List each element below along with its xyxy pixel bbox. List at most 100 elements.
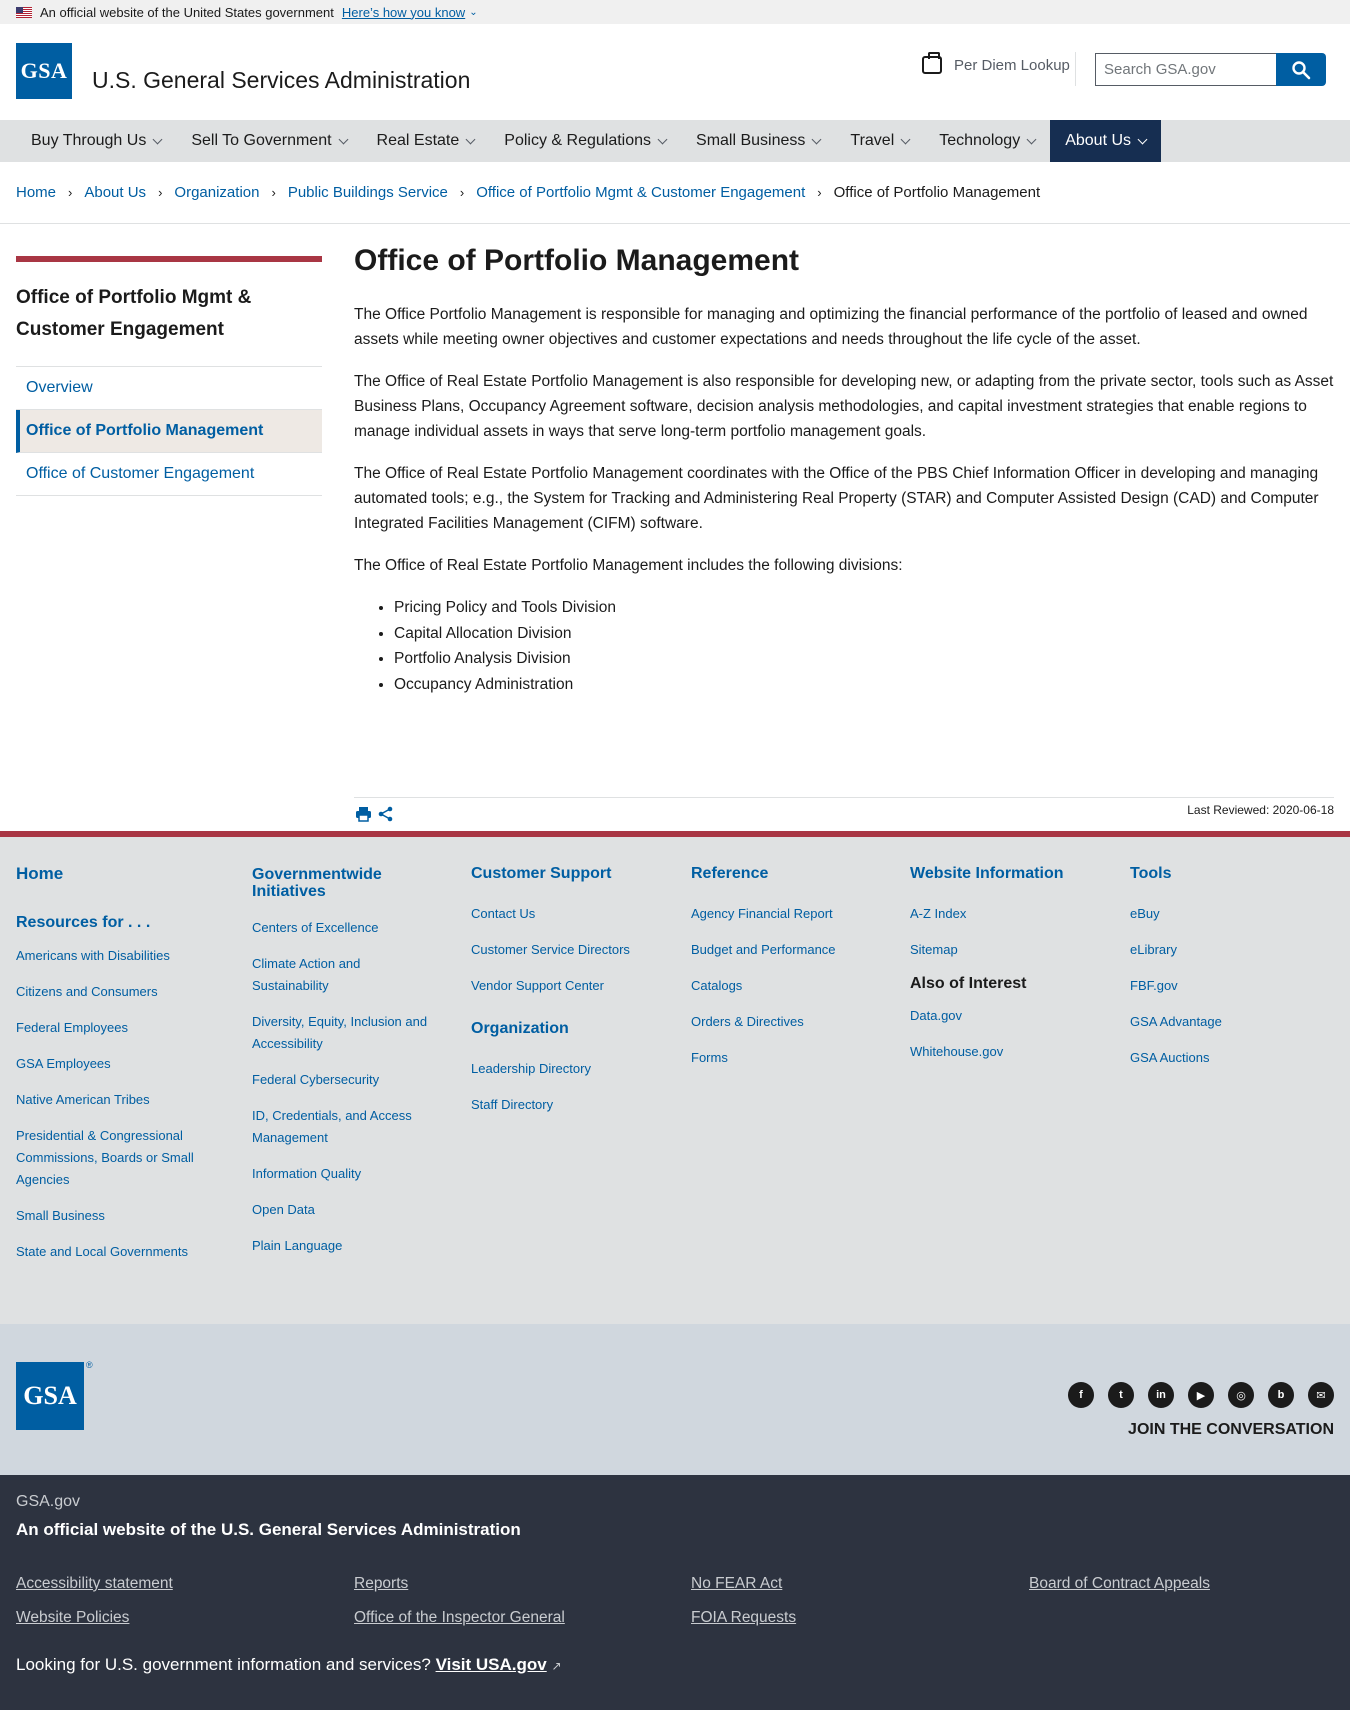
heres-how-you-know-link[interactable]: Here’s how you know — [342, 5, 465, 20]
footer-organization-head[interactable]: Organization — [471, 1021, 671, 1037]
footer-link[interactable]: State and Local Governments — [16, 1241, 216, 1263]
footer-link[interactable]: Agency Financial Report — [691, 903, 891, 925]
foia-requests-link[interactable]: FOIA Requests — [691, 1609, 796, 1627]
instagram-icon[interactable]: ◎ — [1228, 1382, 1254, 1408]
footer-link[interactable]: Leadership Directory — [471, 1058, 671, 1080]
footer-link[interactable]: Diversity, Equity, Inclusion and Accessi… — [252, 1011, 442, 1055]
gsa-gov-link[interactable]: GSA.gov — [16, 1493, 80, 1511]
footer-links: Home Resources for . . . Americans with … — [0, 837, 1350, 1324]
footer-home-link[interactable]: Home — [16, 865, 216, 882]
paragraph: The Office of Real Estate Portfolio Mana… — [354, 373, 1334, 440]
footer-link[interactable]: Native American Tribes — [16, 1089, 216, 1111]
no-fear-act-link[interactable]: No FEAR Act — [691, 1575, 782, 1593]
footer-link[interactable]: Small Business — [16, 1205, 216, 1227]
footer-link[interactable]: Centers of Excellence — [252, 917, 442, 939]
nav-about-us[interactable]: About Us — [1050, 120, 1162, 162]
footer-link[interactable]: Open Data — [252, 1199, 442, 1221]
footer-link[interactable]: Vendor Support Center — [471, 975, 671, 997]
footer-link[interactable]: FBF.gov — [1130, 975, 1330, 997]
breadcrumb-about-us[interactable]: About Us — [84, 184, 146, 201]
blog-icon[interactable]: b — [1268, 1382, 1294, 1408]
footer-link[interactable]: Staff Directory — [471, 1094, 671, 1116]
breadcrumb-public-buildings-service[interactable]: Public Buildings Service — [288, 184, 448, 201]
accessibility-statement-link[interactable]: Accessibility statement — [16, 1575, 173, 1593]
footer-link[interactable]: Americans with Disabilities — [16, 945, 216, 967]
nav-sell-to-government[interactable]: Sell To Government — [176, 120, 361, 162]
per-diem-lookup-link[interactable]: Per Diem Lookup — [922, 52, 1070, 74]
breadcrumb-home[interactable]: Home — [16, 184, 56, 201]
inspector-general-link[interactable]: Office of the Inspector General — [354, 1609, 565, 1627]
nav-label: About Us — [1065, 132, 1132, 149]
nav-small-business[interactable]: Small Business — [681, 120, 835, 162]
linkedin-icon[interactable]: in — [1148, 1382, 1174, 1408]
twitter-icon[interactable]: t — [1108, 1382, 1134, 1408]
footer-tools-head[interactable]: Tools — [1130, 866, 1330, 882]
nav-real-estate[interactable]: Real Estate — [362, 120, 490, 162]
footer-link[interactable]: GSA Employees — [16, 1053, 216, 1075]
footer-link[interactable]: ID, Credentials, and Access Management — [252, 1105, 442, 1149]
side-nav-portfolio-management[interactable]: Office of Portfolio Management — [16, 410, 322, 453]
footer-link[interactable]: Customer Service Directors — [471, 939, 671, 961]
footer-link[interactable]: Citizens and Consumers — [16, 981, 216, 1003]
list-item: Capital Allocation Division — [394, 621, 1334, 647]
gsa-logo[interactable]: GSA — [16, 43, 72, 99]
footer-link[interactable]: A-Z Index — [910, 903, 1110, 925]
paragraph: The Office Portfolio Management is respo… — [354, 306, 1308, 348]
footer-resources-head[interactable]: Resources for . . . — [16, 915, 216, 931]
footer-link[interactable]: Contact Us — [471, 903, 671, 925]
footer-link[interactable]: Presidential & Congressional Commissions… — [16, 1125, 206, 1191]
footer-col-initiatives: Governmentwide Initiatives Centers of Ex… — [252, 866, 442, 1271]
external-link-icon: ↗ — [551, 1659, 562, 1673]
search-button[interactable] — [1276, 53, 1326, 86]
print-icon[interactable] — [355, 806, 372, 822]
breadcrumb-portfolio-mgmt-customer-engagement[interactable]: Office of Portfolio Mgmt & Customer Enga… — [476, 184, 805, 201]
nav-buy-through-us[interactable]: Buy Through Us — [16, 120, 176, 162]
nav-technology[interactable]: Technology — [924, 120, 1050, 162]
youtube-icon[interactable]: ▶ — [1188, 1382, 1214, 1408]
chevron-down-icon — [338, 134, 348, 144]
footer-link[interactable]: Orders & Directives — [691, 1011, 891, 1033]
nav-label: Technology — [939, 132, 1021, 149]
page-title: Office of Portfolio Management — [354, 244, 800, 277]
footer-initiatives-head[interactable]: Governmentwide Initiatives — [252, 866, 382, 900]
looking-label: Looking for U.S. government information … — [16, 1655, 431, 1674]
footer-link[interactable]: Plain Language — [252, 1235, 442, 1257]
search-input[interactable] — [1095, 53, 1276, 86]
social-links: f t in ▶ ◎ b ✉ — [1068, 1382, 1334, 1408]
footer-link[interactable]: Whitehouse.gov — [910, 1041, 1110, 1063]
footer-link[interactable]: Federal Employees — [16, 1017, 216, 1039]
chevron-down-icon[interactable]: ⌄ — [469, 7, 477, 18]
footer-link[interactable]: Climate Action and Sustainability — [252, 953, 392, 997]
footer-link[interactable]: Forms — [691, 1047, 891, 1069]
gsa-footer-logo[interactable]: GSA — [16, 1362, 84, 1430]
email-icon[interactable]: ✉ — [1308, 1382, 1334, 1408]
footer-reference-head[interactable]: Reference — [691, 866, 891, 882]
footer-link[interactable]: Data.gov — [910, 1005, 1110, 1027]
footer-link[interactable]: eLibrary — [1130, 939, 1330, 961]
board-of-contract-appeals-link[interactable]: Board of Contract Appeals — [1029, 1575, 1210, 1593]
footer-link[interactable]: GSA Advantage — [1130, 1011, 1330, 1033]
visit-usa-gov-link[interactable]: Visit USA.gov — [436, 1655, 547, 1674]
footer-link[interactable]: Catalogs — [691, 975, 891, 997]
footer-link[interactable]: Sitemap — [910, 939, 1110, 961]
footer-col-customer-support: Customer Support Contact Us Customer Ser… — [471, 866, 671, 1130]
chevron-down-icon — [811, 134, 822, 144]
facebook-icon[interactable]: f — [1068, 1382, 1094, 1408]
footer-website-info-head[interactable]: Website Information — [910, 866, 1110, 882]
footer-link[interactable]: eBuy — [1130, 903, 1330, 925]
nav-label: Sell To Government — [191, 132, 332, 149]
side-nav-customer-engagement[interactable]: Office of Customer Engagement — [16, 453, 322, 496]
nav-policy-regulations[interactable]: Policy & Regulations — [489, 120, 681, 162]
reports-link[interactable]: Reports — [354, 1575, 408, 1593]
footer-customer-support-head[interactable]: Customer Support — [471, 866, 671, 882]
nav-travel[interactable]: Travel — [835, 120, 924, 162]
footer-link[interactable]: Budget and Performance — [691, 939, 891, 961]
share-icon[interactable] — [378, 806, 393, 822]
breadcrumb-organization[interactable]: Organization — [174, 184, 259, 201]
footer-link[interactable]: GSA Auctions — [1130, 1047, 1330, 1069]
agency-name[interactable]: U.S. General Services Administration — [92, 67, 470, 94]
footer-link[interactable]: Information Quality — [252, 1163, 442, 1185]
side-nav-overview[interactable]: Overview — [16, 367, 322, 410]
footer-link[interactable]: Federal Cybersecurity — [252, 1069, 442, 1091]
website-policies-link[interactable]: Website Policies — [16, 1609, 129, 1627]
